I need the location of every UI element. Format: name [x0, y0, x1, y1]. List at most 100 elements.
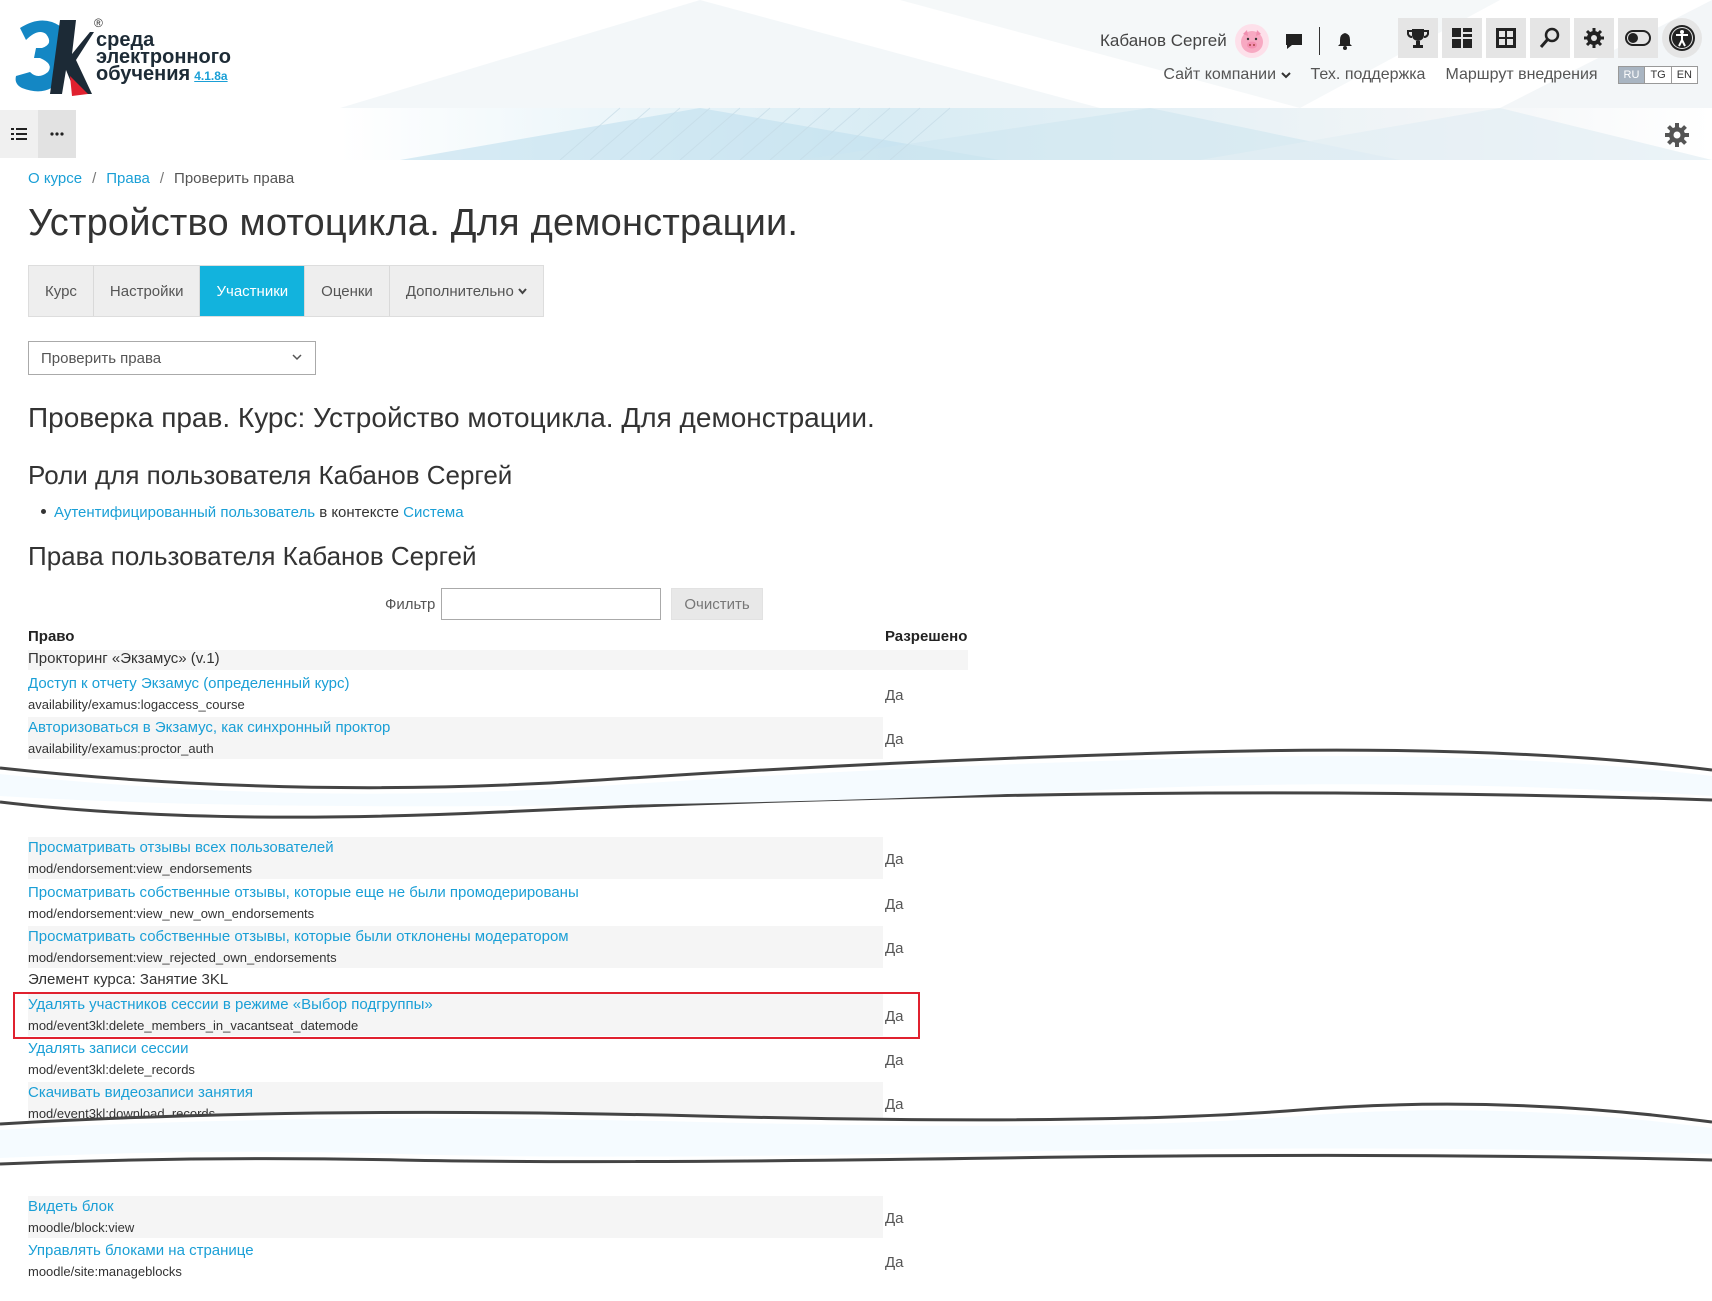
capability-code: mod/event3kl:delete_records: [28, 1062, 195, 1077]
table-row: Управлять блоками на странице moodle/sit…: [28, 1240, 904, 1282]
page-settings-gear-icon[interactable]: [1664, 122, 1690, 148]
more-ellipsis-icon[interactable]: [38, 110, 76, 158]
allowed-value: Да: [885, 687, 904, 704]
notifications-bell-icon[interactable]: [1328, 24, 1362, 58]
filter-label: Фильтр: [385, 595, 436, 613]
right-name-link[interactable]: Скачивать видеозаписи занятия: [28, 1084, 253, 1101]
lang-en[interactable]: EN: [1670, 67, 1697, 83]
logo[interactable]: ® среда электронного обучения 4.1.8а: [10, 14, 231, 104]
language-switcher: RU TG EN: [1617, 66, 1698, 84]
chevron-down-icon: [518, 287, 527, 295]
support-link[interactable]: Тех. поддержка: [1311, 66, 1426, 84]
logo-line: обучения 4.1.8а: [96, 63, 228, 85]
capability-code: mod/endorsement:view_new_own_endorsement…: [28, 906, 315, 921]
breadcrumb-separator: /: [159, 170, 165, 187]
right-name-link[interactable]: Доступ к отчету Экзамус (определенный ку…: [28, 675, 350, 692]
page-break-wave: [0, 748, 1712, 819]
chevron-down-icon: [292, 354, 302, 361]
main-content: О курсе / Права / Проверить права Устрой…: [28, 170, 1688, 1279]
divider: [1318, 27, 1320, 55]
filter-input[interactable]: [441, 588, 662, 620]
logo-version[interactable]: 4.1.8а: [194, 69, 227, 83]
avatar[interactable]: [1234, 24, 1269, 58]
capability-code: mod/endorsement:view_rejected_own_endors…: [28, 950, 337, 965]
right-name-link[interactable]: Удалять записи сессии: [28, 1040, 189, 1057]
role-item: Аутентифицированный пользователь в конте…: [41, 504, 464, 521]
list-menu-icon[interactable]: [0, 110, 38, 158]
right-name-link[interactable]: Просматривать собственные отзывы, которы…: [28, 928, 569, 945]
table-row: Просматривать собственные отзывы, которы…: [28, 882, 904, 924]
right-name-link[interactable]: Просматривать собственные отзывы, которы…: [28, 884, 579, 901]
right-name-link[interactable]: Просматривать отзывы всех пользователей: [28, 839, 334, 856]
toolbar: [1398, 18, 1702, 58]
tab-grades[interactable]: Оценки: [305, 266, 390, 316]
filter-bar: Фильтр Очистить: [385, 588, 763, 620]
drawer-toggles: [0, 110, 76, 158]
implementation-route-link[interactable]: Маршрут внедрения: [1445, 66, 1597, 84]
page-break-wave: [0, 1102, 1712, 1166]
search-icon[interactable]: [1530, 18, 1570, 58]
tab-participants[interactable]: Участники: [200, 266, 306, 316]
column-header-right: Право: [28, 628, 75, 645]
table-row: Удалять записи сессии mod/event3kl:delet…: [28, 1038, 904, 1080]
tab-settings[interactable]: Настройки: [94, 266, 201, 316]
rights-title: Права пользователя Кабанов Сергей: [28, 541, 477, 571]
roles-title: Роли для пользователя Кабанов Сергей: [28, 460, 513, 490]
courses-icon[interactable]: [1486, 18, 1526, 58]
breadcrumb-separator: /: [92, 170, 97, 187]
course-tabs: Курс Настройки Участники Оценки Дополнит…: [28, 265, 544, 317]
pig-avatar-icon: [1240, 30, 1263, 53]
header-links: Сайт компании Тех. поддержка Маршрут вне…: [1163, 66, 1698, 84]
allowed-value: Да: [885, 896, 904, 913]
lang-tg[interactable]: TG: [1644, 67, 1671, 83]
allowed-value: Да: [885, 940, 904, 957]
breadcrumb-course-link[interactable]: О курсе: [28, 170, 82, 187]
user-name[interactable]: Кабанов Сергей: [1100, 31, 1227, 51]
section-header: Элемент курса: Занятие 3KL: [28, 971, 229, 988]
table-row: Доступ к отчету Экзамус (определенный ку…: [28, 673, 904, 715]
clear-filter-button[interactable]: Очистить: [671, 588, 763, 620]
page-title: Устройство мотоцикла. Для демонстрации.: [28, 202, 799, 244]
breadcrumb: О курсе / Права / Проверить права: [28, 170, 1688, 187]
allowed-value: Да: [885, 1254, 904, 1271]
capability-code: moodle/block:view: [28, 1220, 135, 1235]
user-menu[interactable]: Кабанов Сергей: [1100, 22, 1362, 60]
highlight-box: [13, 992, 920, 1039]
allowed-value: Да: [885, 851, 904, 868]
action-select[interactable]: Проверить права: [28, 341, 316, 375]
accessibility-icon[interactable]: [1662, 18, 1702, 58]
logo-text: среда электронного обучения 4.1.8а: [96, 30, 231, 85]
capability-code: moodle/site:manageblocks: [28, 1264, 182, 1279]
right-name-link[interactable]: Управлять блоками на странице: [28, 1242, 254, 1259]
achievements-trophy-icon[interactable]: [1398, 18, 1438, 58]
logo-registered: ®: [94, 16, 103, 30]
right-name-link[interactable]: Авторизоваться в Экзамус, как синхронный…: [28, 719, 390, 736]
breadcrumb-rights-link[interactable]: Права: [106, 170, 150, 187]
role-context-text: в контексте: [319, 504, 399, 521]
check-title: Проверка прав. Курс: Устройство мотоцикл…: [28, 402, 875, 433]
allowed-value: Да: [885, 1052, 904, 1069]
capability-code: availability/examus:logaccess_course: [28, 697, 245, 712]
tab-course[interactable]: Курс: [29, 266, 94, 316]
allowed-value: Да: [885, 1210, 904, 1227]
table-row: Видеть блок moodle/block:view Да: [28, 1196, 904, 1238]
settings-gear-icon[interactable]: [1574, 18, 1614, 58]
logo-3k-icon: [15, 20, 94, 96]
theme-toggle-icon[interactable]: [1618, 18, 1658, 58]
role-link[interactable]: Аутентифицированный пользователь: [54, 504, 315, 521]
tab-more[interactable]: Дополнительно: [390, 266, 543, 316]
column-header-allowed: Разрешено: [885, 628, 968, 645]
table-row: Просматривать собственные отзывы, которы…: [28, 926, 904, 968]
chevron-down-icon: [1280, 72, 1291, 79]
dashboard-grid-icon[interactable]: [1442, 18, 1482, 58]
role-context-link[interactable]: Система: [403, 504, 463, 521]
company-site-link[interactable]: Сайт компании: [1163, 66, 1291, 84]
table-row: Просматривать отзывы всех пользователей …: [28, 837, 904, 879]
bullet: [41, 509, 46, 514]
capability-code: mod/endorsement:view_endorsements: [28, 861, 253, 876]
breadcrumb-current: Проверить права: [174, 170, 295, 187]
section-header: Прокторинг «Экзамус» (v.1): [28, 650, 968, 670]
action-select-value: Проверить права: [41, 349, 162, 367]
messages-icon[interactable]: [1277, 24, 1311, 58]
lang-ru[interactable]: RU: [1618, 67, 1645, 83]
